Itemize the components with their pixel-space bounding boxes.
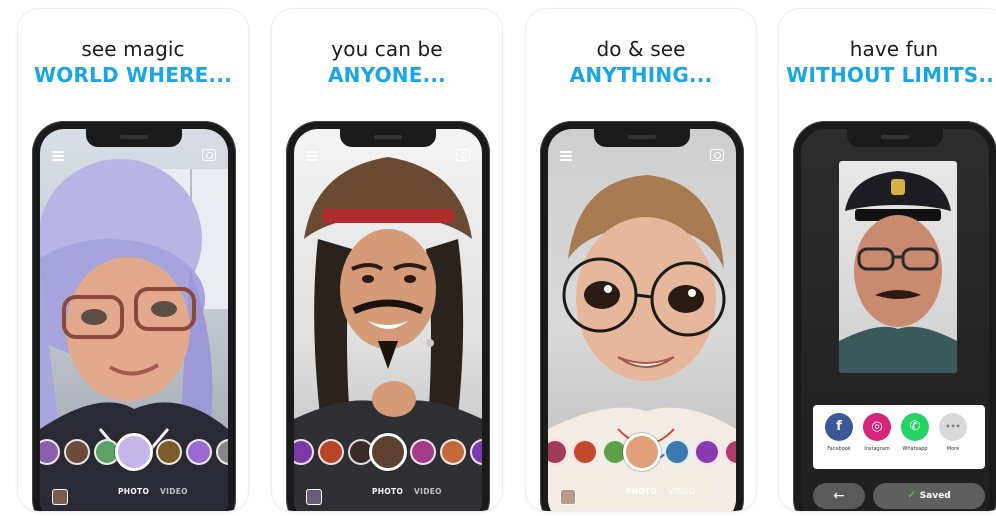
saved-label: Saved — [919, 491, 951, 501]
caption-top: do & see — [596, 37, 686, 61]
filter-thumb[interactable] — [294, 439, 314, 465]
filter-carousel[interactable] — [548, 433, 736, 471]
filter-thumb-selected[interactable] — [623, 433, 661, 471]
share-facebook[interactable]: f Facebook — [823, 413, 855, 452]
facebook-icon[interactable]: f — [825, 413, 853, 441]
mode-video[interactable]: VIDEO — [160, 487, 188, 496]
more-icon[interactable]: ••• — [939, 413, 967, 441]
caption-bottom: WORLD WHERE... — [34, 63, 232, 87]
mode-photo[interactable]: PHOTO — [372, 487, 403, 496]
filter-thumb[interactable] — [440, 439, 466, 465]
menu-icon[interactable] — [52, 151, 64, 161]
saved-button[interactable]: ✓ Saved — [873, 483, 985, 509]
filter-thumb[interactable] — [664, 439, 690, 465]
saved-photo-preview — [839, 161, 957, 373]
filter-thumb[interactable] — [548, 439, 568, 465]
filter-thumb[interactable] — [470, 439, 482, 465]
panel-see-magic: see magic WORLD WHERE... PHOTO VIDEO — [17, 8, 249, 512]
phone-frame: PHOTO VIDEO — [540, 121, 744, 511]
mode-video[interactable]: VIDEO — [414, 487, 442, 496]
caption-top: see magic — [81, 37, 185, 61]
panel-do-and-see: do & see ANYTHING... PHOTO VIDEO — [525, 8, 757, 512]
filter-thumb[interactable] — [318, 439, 344, 465]
mode-video[interactable]: VIDEO — [668, 487, 696, 496]
filter-thumb[interactable] — [216, 439, 228, 465]
camera-screen: PHOTO VIDEO — [40, 129, 228, 511]
filter-thumb-selected[interactable] — [115, 433, 153, 471]
police-filter-face — [839, 171, 957, 373]
camera-flip-icon[interactable] — [456, 149, 470, 161]
filter-carousel[interactable] — [294, 433, 482, 471]
instagram-icon[interactable]: ◎ — [863, 413, 891, 441]
mode-photo[interactable]: PHOTO — [118, 487, 149, 496]
filter-carousel[interactable] — [40, 433, 228, 471]
back-arrow-icon[interactable]: ← — [813, 483, 865, 509]
camera-flip-icon[interactable] — [710, 149, 724, 161]
filter-thumb[interactable] — [410, 439, 436, 465]
caption-top: you can be — [331, 37, 443, 61]
share-sheet: f Facebook ◎ Instagram ✆ Whatsapp ••• Mo… — [813, 405, 985, 469]
mode-photo[interactable]: PHOTO — [626, 487, 657, 496]
share-label: Instagram — [864, 446, 890, 452]
phone-frame: PHOTO VIDEO — [32, 121, 236, 511]
phone-notch — [340, 129, 436, 147]
filter-thumb[interactable] — [186, 439, 212, 465]
saved-photo-screen: f Facebook ◎ Instagram ✆ Whatsapp ••• Mo… — [801, 129, 989, 511]
filter-thumb[interactable] — [694, 439, 720, 465]
caption-bottom: WITHOUT LIMITS... — [786, 63, 996, 87]
share-label: Whatsapp — [902, 446, 928, 452]
caption-bottom: ANYONE... — [328, 63, 446, 87]
filter-thumb-selected[interactable] — [369, 433, 407, 471]
whatsapp-icon[interactable]: ✆ — [901, 413, 929, 441]
menu-icon[interactable] — [306, 151, 318, 161]
phone-frame: f Facebook ◎ Instagram ✆ Whatsapp ••• Mo… — [793, 121, 996, 511]
mode-switch: PHOTO VIDEO — [294, 487, 482, 501]
checkmark-icon: ✓ — [907, 490, 916, 501]
share-instagram[interactable]: ◎ Instagram — [861, 413, 893, 452]
share-whatsapp[interactable]: ✆ Whatsapp — [899, 413, 931, 452]
phone-notch — [86, 129, 182, 147]
menu-icon[interactable] — [560, 151, 572, 161]
caption-top: have fun — [849, 37, 939, 61]
filter-thumb[interactable] — [572, 439, 598, 465]
filter-thumb[interactable] — [156, 439, 182, 465]
mode-switch: PHOTO VIDEO — [40, 487, 228, 501]
phone-notch — [847, 129, 943, 147]
share-more[interactable]: ••• More — [937, 413, 969, 452]
panel-you-can-be: you can be ANYONE... PHOTO VIDEO — [271, 8, 503, 512]
panel-have-fun: have fun WITHOUT LIMITS... f Facebook ◎ … — [778, 8, 996, 512]
phone-frame: PHOTO VIDEO — [286, 121, 490, 511]
filter-thumb[interactable] — [724, 439, 736, 465]
mode-switch: PHOTO VIDEO — [548, 487, 736, 501]
filter-thumb[interactable] — [40, 439, 60, 465]
share-label: Facebook — [827, 446, 851, 452]
caption-bottom: ANYTHING... — [569, 63, 713, 87]
share-label: More — [946, 446, 960, 452]
camera-screen: PHOTO VIDEO — [294, 129, 482, 511]
camera-flip-icon[interactable] — [202, 149, 216, 161]
filter-thumb[interactable] — [64, 439, 90, 465]
phone-notch — [594, 129, 690, 147]
camera-screen: PHOTO VIDEO — [548, 129, 736, 511]
